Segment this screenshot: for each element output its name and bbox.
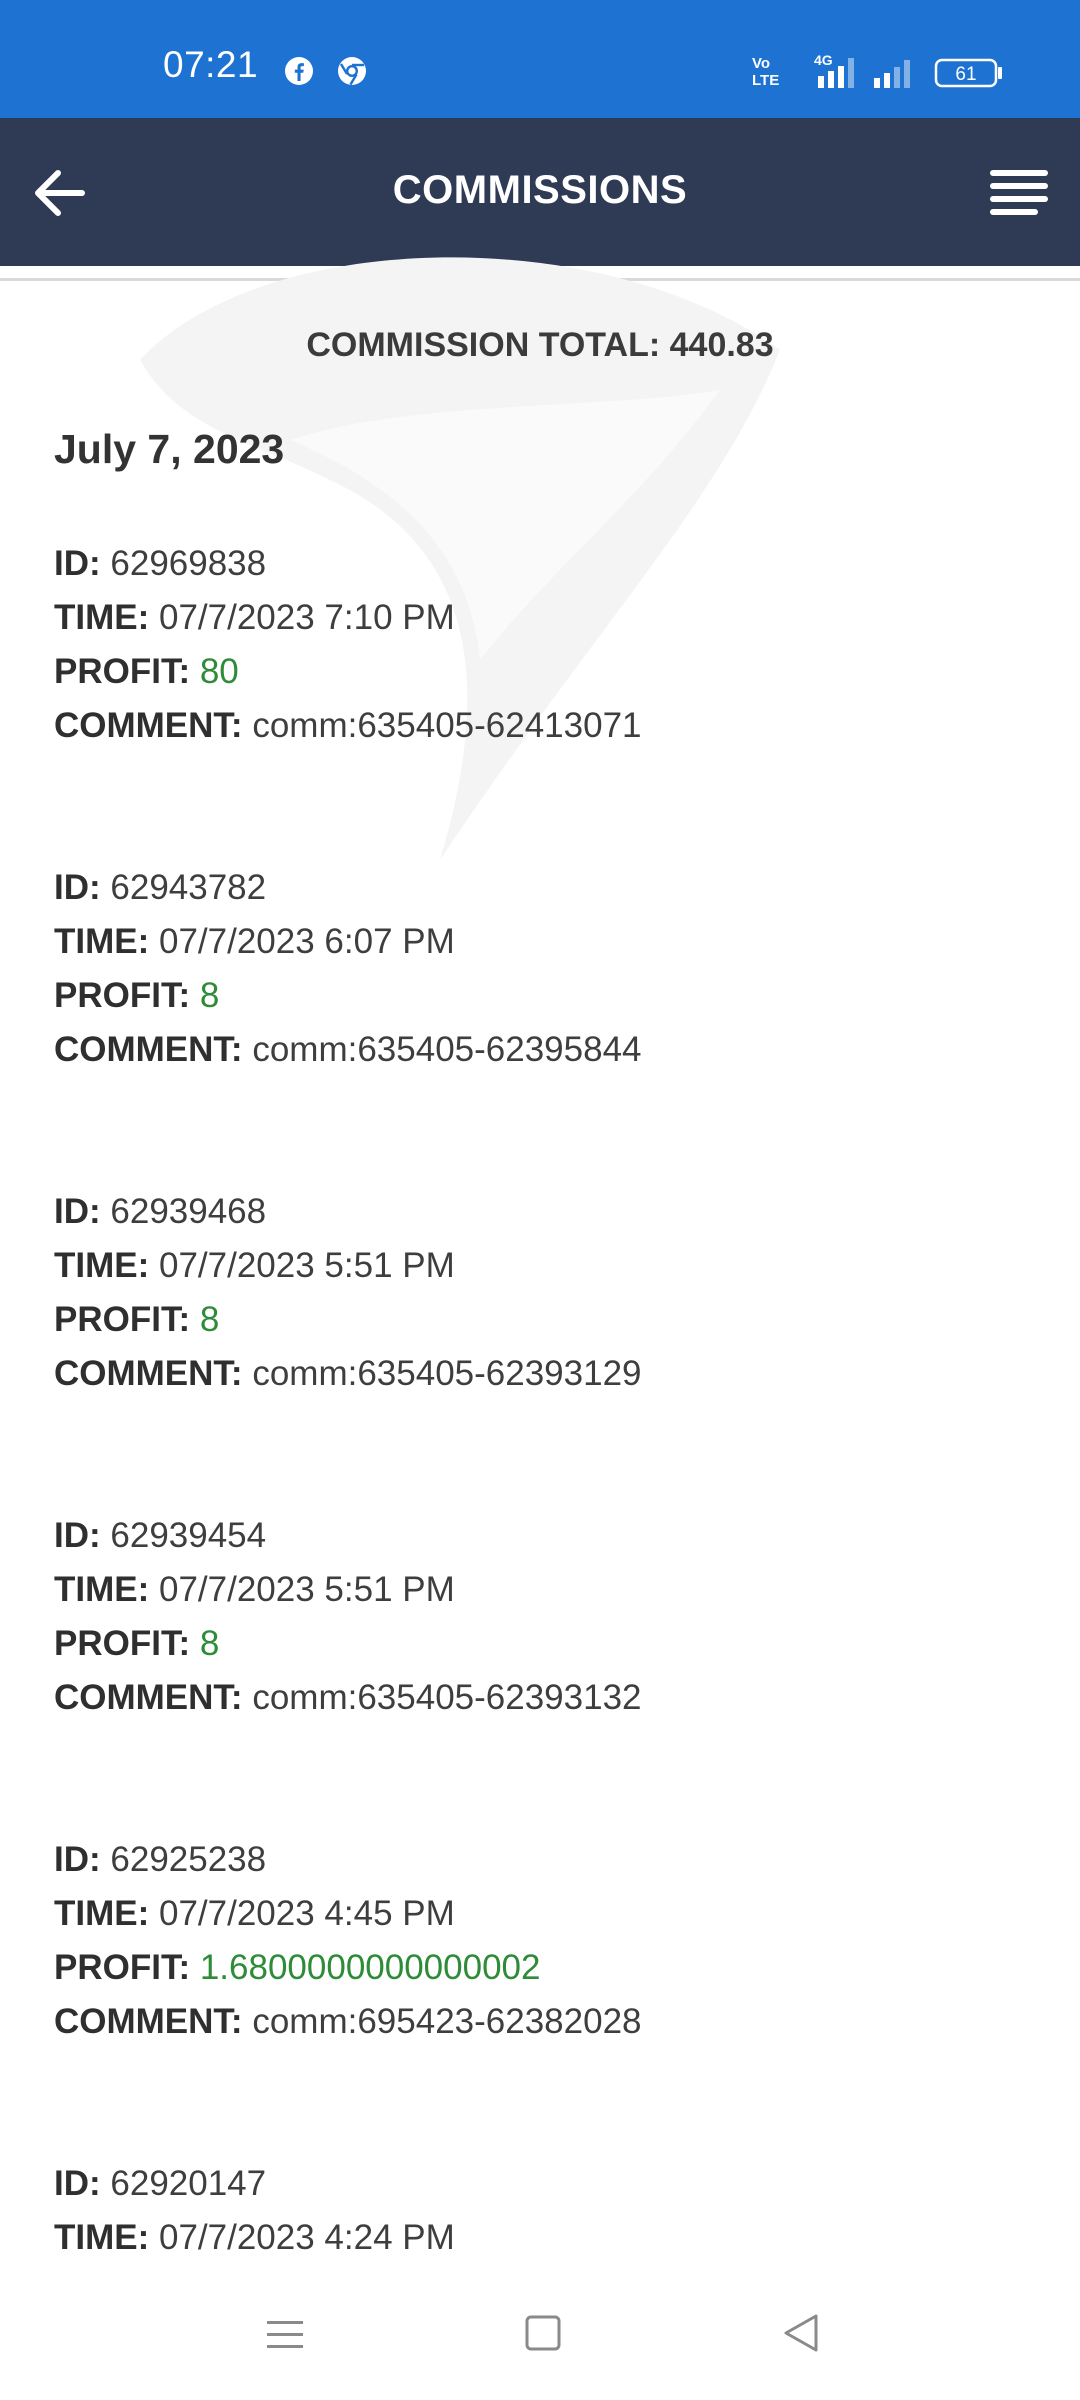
page-title: COMMISSIONS xyxy=(392,168,688,212)
record-comment: comm:635405-62393129 xyxy=(252,1354,642,1393)
record-time: 07/7/2023 4:24 PM xyxy=(159,2218,455,2257)
commission-list: ID: 62969838 TIME: 07/7/2023 7:10 PM PRO… xyxy=(54,537,1034,2260)
record-time-row: TIME: 07/7/2023 5:51 PM xyxy=(54,1239,1034,1293)
profit-label: PROFIT: xyxy=(54,976,191,1015)
record-id: 62943782 xyxy=(110,868,267,907)
profit-label: PROFIT: xyxy=(54,1300,191,1339)
record-id-row: ID: 62939468 xyxy=(54,1185,1034,1239)
profit-label: PROFIT: xyxy=(54,1948,191,1987)
record-time: 07/7/2023 5:51 PM xyxy=(159,1570,455,1609)
signal-icon xyxy=(874,60,910,88)
commissions-content: COMMISSION TOTAL: 440.83 July 7, 2023 ID… xyxy=(0,282,1080,2260)
record-time: 07/7/2023 5:51 PM xyxy=(159,1246,455,1285)
record-id: 62939468 xyxy=(110,1192,267,1231)
record-id: 62939454 xyxy=(110,1516,267,1555)
record-comment: comm:635405-62393132 xyxy=(252,1678,642,1717)
id-label: ID: xyxy=(54,1516,101,1555)
record-time-row: TIME: 07/7/2023 7:10 PM xyxy=(54,591,1034,645)
record-time: 07/7/2023 4:45 PM xyxy=(159,1894,455,1933)
back-icon[interactable] xyxy=(772,2304,832,2364)
record-time-row: TIME: 07/7/2023 6:07 PM xyxy=(54,915,1034,969)
record-time-row: TIME: 07/7/2023 4:24 PM xyxy=(54,2211,1034,2260)
time-label: TIME: xyxy=(54,922,150,961)
record-id-row: ID: 62925238 xyxy=(54,1833,1034,1887)
svg-text:Vo: Vo xyxy=(752,55,770,72)
commission-record: ID: 62939454 TIME: 07/7/2023 5:51 PM PRO… xyxy=(54,1509,1034,1833)
status-bar: 07:21 Vo LTE 4G 61 xyxy=(0,0,1080,118)
comment-label: COMMENT: xyxy=(54,2002,243,2041)
id-label: ID: xyxy=(54,2164,101,2203)
profit-label: PROFIT: xyxy=(54,652,191,691)
record-id-row: ID: 62939454 xyxy=(54,1509,1034,1563)
record-profit: 80 xyxy=(199,652,239,691)
facebook-icon xyxy=(285,57,313,85)
comment-label: COMMENT: xyxy=(54,1030,243,1069)
commission-total: COMMISSION TOTAL: 440.83 xyxy=(306,326,774,364)
time-label: TIME: xyxy=(54,598,150,637)
battery-icon: 61 xyxy=(934,58,1002,88)
record-id: 62969838 xyxy=(110,544,267,583)
record-profit-row: PROFIT: 8 xyxy=(54,969,1034,1023)
record-id: 62920147 xyxy=(110,2164,267,2203)
status-right-cluster: Vo LTE 4G 61 xyxy=(752,52,1052,92)
record-time-row: TIME: 07/7/2023 4:45 PM xyxy=(54,1887,1034,1941)
battery-level: 61 xyxy=(955,64,976,85)
volte-icon: Vo LTE xyxy=(752,55,779,89)
record-profit-row: PROFIT: 8 xyxy=(54,1293,1034,1347)
record-id-row: ID: 62943782 xyxy=(54,861,1034,915)
record-time-row: TIME: 07/7/2023 5:51 PM xyxy=(54,1563,1034,1617)
commission-record: ID: 62925238 TIME: 07/7/2023 4:45 PM PRO… xyxy=(54,1833,1034,2157)
commission-record: ID: 62920147 TIME: 07/7/2023 4:24 PM xyxy=(54,2157,1034,2260)
record-profit: 8 xyxy=(199,1300,220,1339)
id-label: ID: xyxy=(54,1192,101,1231)
status-time: 07:21 xyxy=(163,44,259,85)
signal-4g-icon: 4G xyxy=(814,52,854,88)
recents-icon[interactable] xyxy=(255,2304,315,2364)
home-icon[interactable] xyxy=(513,2304,573,2364)
record-profit-row: PROFIT: 80 xyxy=(54,645,1034,699)
record-id-row: ID: 62969838 xyxy=(54,537,1034,591)
commission-record: ID: 62943782 TIME: 07/7/2023 6:07 PM PRO… xyxy=(54,861,1034,1185)
svg-text:4G: 4G xyxy=(814,52,833,68)
record-comment-row: COMMENT: comm:695423-62382028 xyxy=(54,1995,1034,2049)
record-id: 62925238 xyxy=(110,1840,267,1879)
record-profit-row: PROFIT: 8 xyxy=(54,1617,1034,1671)
record-profit: 8 xyxy=(199,976,220,1015)
record-comment-row: COMMENT: comm:635405-62393132 xyxy=(54,1671,1034,1725)
toolbar-divider xyxy=(0,278,1080,281)
comment-label: COMMENT: xyxy=(54,706,243,745)
record-profit: 8 xyxy=(199,1624,220,1663)
time-label: TIME: xyxy=(54,1570,150,1609)
comment-label: COMMENT: xyxy=(54,1354,243,1393)
comment-label: COMMENT: xyxy=(54,1678,243,1717)
id-label: ID: xyxy=(54,544,101,583)
id-label: ID: xyxy=(54,868,101,907)
date-heading: July 7, 2023 xyxy=(54,426,285,472)
time-label: TIME: xyxy=(54,1894,150,1933)
record-id-row: ID: 62920147 xyxy=(54,2157,1034,2211)
record-time: 07/7/2023 6:07 PM xyxy=(159,922,455,961)
menu-icon[interactable] xyxy=(988,166,1050,222)
record-comment: comm:695423-62382028 xyxy=(252,2002,642,2041)
record-profit: 1.6800000000000002 xyxy=(199,1948,541,1987)
commission-record: ID: 62939468 TIME: 07/7/2023 5:51 PM PRO… xyxy=(54,1185,1034,1509)
record-comment: comm:635405-62395844 xyxy=(252,1030,642,1069)
record-profit-row: PROFIT: 1.6800000000000002 xyxy=(54,1941,1034,1995)
record-comment-row: COMMENT: comm:635405-62395844 xyxy=(54,1023,1034,1077)
record-time: 07/7/2023 7:10 PM xyxy=(159,598,455,637)
commission-record: ID: 62969838 TIME: 07/7/2023 7:10 PM PRO… xyxy=(54,537,1034,861)
profit-label: PROFIT: xyxy=(54,1624,191,1663)
system-nav-bar xyxy=(0,2260,1080,2400)
record-comment: comm:635405-62413071 xyxy=(252,706,642,745)
chrome-icon xyxy=(338,57,366,86)
svg-text:LTE: LTE xyxy=(752,72,779,89)
time-label: TIME: xyxy=(54,2218,150,2257)
time-label: TIME: xyxy=(54,1246,150,1285)
id-label: ID: xyxy=(54,1840,101,1879)
record-comment-row: COMMENT: comm:635405-62413071 xyxy=(54,699,1034,753)
record-comment-row: COMMENT: comm:635405-62393129 xyxy=(54,1347,1034,1401)
app-toolbar: COMMISSIONS xyxy=(0,118,1080,266)
